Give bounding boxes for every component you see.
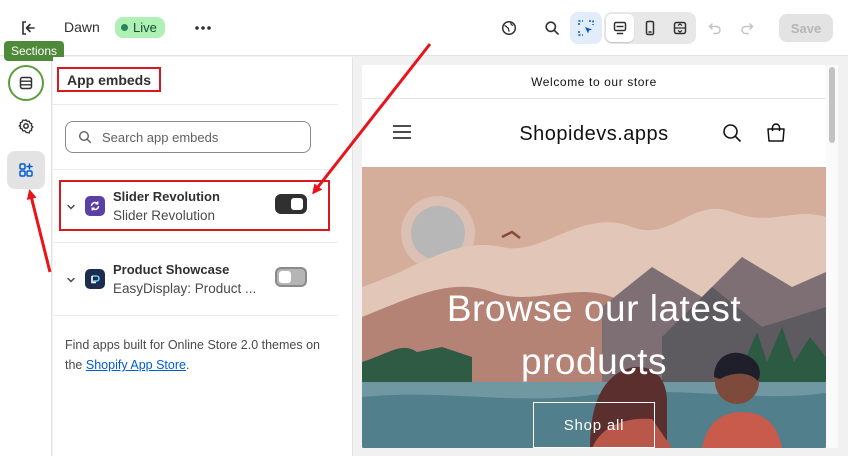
divider (53, 169, 338, 170)
scrollbar-thumb[interactable] (829, 67, 835, 143)
live-status-label: Live (133, 20, 157, 35)
status-dot (121, 24, 128, 31)
mobile-icon[interactable] (636, 14, 664, 42)
embed-name: Product Showcase (113, 262, 230, 277)
store-search-icon[interactable] (722, 123, 742, 146)
globe-icon[interactable] (495, 14, 523, 42)
search-app-embeds-field[interactable] (65, 121, 311, 153)
hero-heading: Browse our latest products (362, 282, 826, 388)
cart-icon[interactable] (765, 122, 787, 147)
easydisplay-icon (85, 269, 105, 289)
hero-heading-line2: products (521, 341, 667, 382)
redo-icon[interactable] (733, 14, 761, 42)
inspector-icon[interactable] (570, 12, 602, 44)
left-rail (0, 57, 52, 456)
fullscreen-icon[interactable] (666, 14, 694, 42)
product-showcase-toggle[interactable] (275, 267, 307, 287)
search-icon (78, 130, 92, 144)
panel-title-highlight: App embeds (57, 67, 162, 92)
theme-name: Dawn (64, 19, 100, 35)
undo-icon[interactable] (701, 14, 729, 42)
live-status-badge: Live (115, 17, 165, 38)
top-bar: Dawn Live Save (0, 0, 848, 56)
sections-icon[interactable] (8, 65, 44, 101)
divider (53, 104, 338, 105)
chevron-down-icon[interactable] (65, 274, 77, 286)
shopify-app-store-link[interactable]: Shopify App Store (86, 358, 186, 372)
app-embed-product-showcase: Product Showcase EasyDisplay: Product ..… (53, 250, 338, 310)
settings-icon[interactable] (8, 108, 44, 144)
shop-all-button[interactable]: Shop all (533, 402, 655, 448)
store-header: Shopidevs.apps (362, 99, 826, 167)
find-apps-text: Find apps built for Online Store 2.0 the… (65, 335, 325, 375)
app-embeds-panel: App embeds Slider Revolution Slider Revo… (53, 57, 353, 456)
search-app-embeds-input[interactable] (102, 129, 292, 145)
panel-title: App embeds (67, 71, 152, 88)
search-icon[interactable] (538, 14, 566, 42)
preview-scrollbar[interactable] (826, 65, 838, 448)
desktop-icon[interactable] (606, 14, 634, 42)
embed-highlight-box (59, 180, 330, 231)
hero-banner: Browse our latest products Shop all (362, 167, 826, 448)
embed-subtitle: EasyDisplay: Product ... (113, 281, 257, 296)
ellipsis-icon[interactable] (190, 15, 216, 41)
save-button[interactable]: Save (779, 14, 833, 42)
store-name[interactable]: Shopidevs.apps (362, 123, 826, 146)
divider (53, 242, 338, 243)
store-preview: Welcome to our store Shopidevs.apps Brow… (362, 65, 826, 448)
announcement-bar[interactable]: Welcome to our store (362, 65, 826, 99)
hero-heading-line1: Browse our latest (446, 288, 742, 329)
app-embeds-icon[interactable] (7, 151, 45, 189)
find-apps-end: . (185, 358, 190, 372)
view-mode-group (604, 12, 696, 44)
divider (53, 315, 338, 316)
exit-icon[interactable] (16, 16, 40, 40)
